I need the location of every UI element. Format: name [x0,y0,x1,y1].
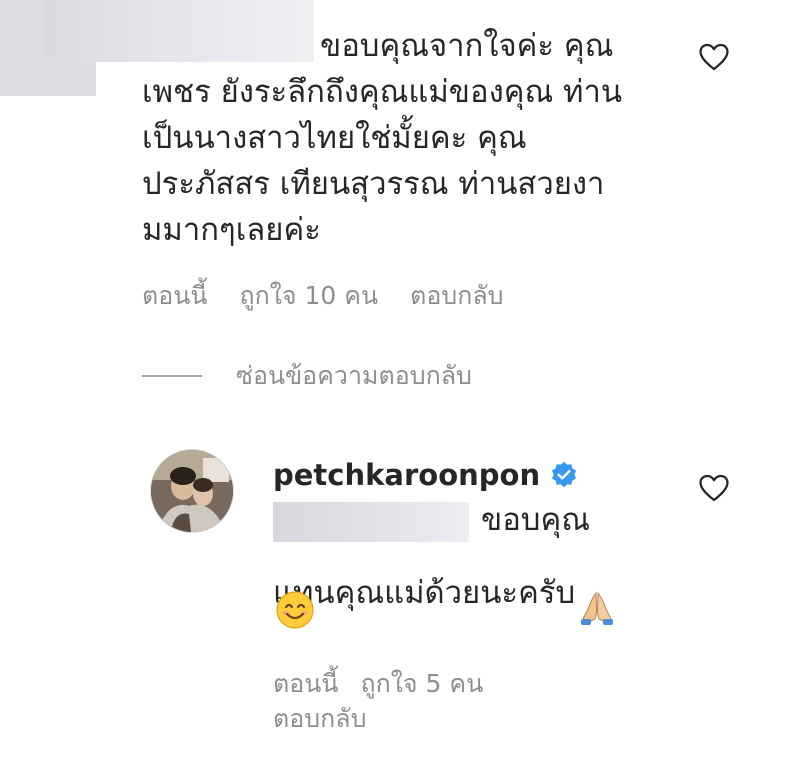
replies-divider-line [142,375,202,377]
reply-username[interactable]: petchkaroonpon [273,455,578,495]
verified-badge-icon [550,461,578,489]
like-heart-icon[interactable] [697,40,731,74]
reply-button[interactable]: ตอบกลับ [273,699,366,739]
comment-time: ตอนนี้ [142,281,208,310]
reply-meta-row2: ตอบกลับ [273,702,366,736]
reply-text-line1: ขอบคุณ [481,502,590,538]
reply-meta: ตอนนี้ ถูกใจ 5 คน [273,667,483,701]
reply-likes[interactable]: ถูกใจ 5 คน [360,664,483,704]
reply-text: แทนคุณแม่ด้วยนะครับ [273,574,576,611]
comment-meta: ตอนนี้ ถูกใจ 10 คน ตอบกลับ [142,278,504,314]
username-text: petchkaroonpon [273,458,541,492]
hide-replies-label: ซ่อนข้อความตอบกลับ [236,361,472,390]
comment-likes[interactable]: ถูกใจ 10 คน [239,276,378,316]
folded-hands-emoji-icon [577,543,617,642]
smile-emoji-icon [275,590,315,630]
reply-time: ตอนนี้ [273,669,339,698]
comment-text: ขอบคุณจากใจค่ะ คุณ เพชร ยังระลึกถึงคุณแม… [142,28,623,248]
avatar[interactable] [150,449,234,533]
hide-replies-button[interactable]: ซ่อนข้อความตอบกลับ [142,358,472,394]
reply-button[interactable]: ตอบกลับ [410,276,503,316]
reply-text-line2: แทนคุณแม่ด้วยนะครับ [273,543,617,642]
redacted-mention [273,502,469,542]
like-heart-icon[interactable] [697,471,731,505]
